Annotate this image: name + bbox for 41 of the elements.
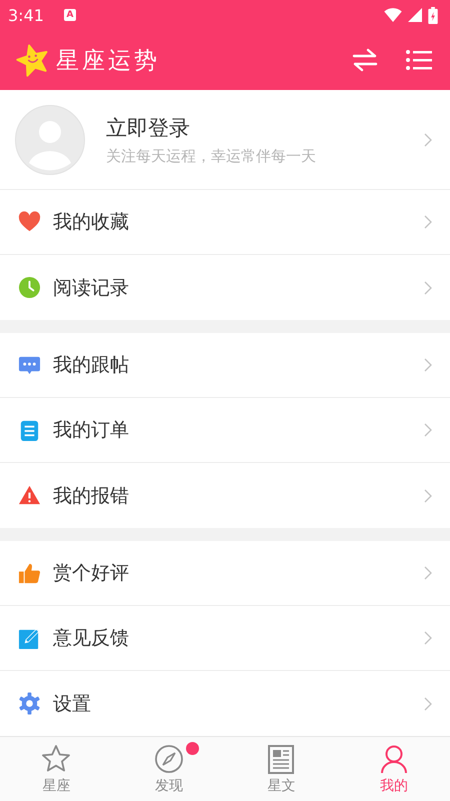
menu-item[interactable]: 我的收藏 — [0, 190, 450, 255]
heart-icon — [18, 210, 41, 234]
warning-icon — [18, 484, 41, 507]
chevron-right-icon — [424, 280, 432, 294]
avatar-icon — [15, 104, 85, 174]
menu-item[interactable]: 我的跟帖 — [0, 333, 450, 398]
chevron-right-icon — [424, 215, 432, 229]
chevron-right-icon — [424, 488, 432, 502]
swap-arrows-icon — [352, 48, 378, 72]
status-time: 3:41 — [8, 6, 44, 24]
menu-item[interactable]: 阅读记录 — [0, 255, 450, 320]
menu-icon — [406, 49, 432, 71]
signal-icon — [408, 8, 422, 22]
chevron-right-icon — [424, 423, 432, 437]
star-icon — [41, 744, 72, 774]
compass-icon — [154, 744, 184, 774]
app-title: 星座运势 — [56, 46, 160, 76]
person-icon — [378, 744, 409, 774]
chevron-right-icon — [424, 132, 432, 146]
smiling-star-icon — [16, 43, 50, 77]
chevron-right-icon — [424, 566, 432, 580]
clock-icon — [18, 276, 41, 299]
battery-icon — [428, 6, 438, 24]
login-subtitle: 关注每天运程，幸运常伴每一天 — [106, 146, 317, 166]
newspaper-icon — [266, 744, 296, 774]
menu-item[interactable]: 我的报错 — [0, 463, 450, 528]
thumbs-up-icon — [18, 562, 41, 584]
wifi-icon — [384, 8, 402, 22]
chevron-right-icon — [424, 696, 432, 710]
menu-item[interactable]: 意见反馈 — [0, 606, 450, 671]
chevron-right-icon — [424, 358, 432, 372]
login-row[interactable]: 立即登录 关注每天运程，幸运常伴每一天 — [0, 90, 450, 190]
menu-item[interactable]: 设置 — [0, 671, 450, 736]
clipboard-icon — [18, 418, 41, 442]
login-title: 立即登录 — [106, 114, 191, 142]
notification-badge: A — [64, 9, 76, 21]
edit-icon — [18, 626, 41, 650]
chevron-right-icon — [424, 631, 432, 645]
gear-icon — [18, 692, 41, 715]
menu-item[interactable]: 赏个好评 — [0, 541, 450, 606]
menu-item[interactable]: 我的订单 — [0, 398, 450, 463]
